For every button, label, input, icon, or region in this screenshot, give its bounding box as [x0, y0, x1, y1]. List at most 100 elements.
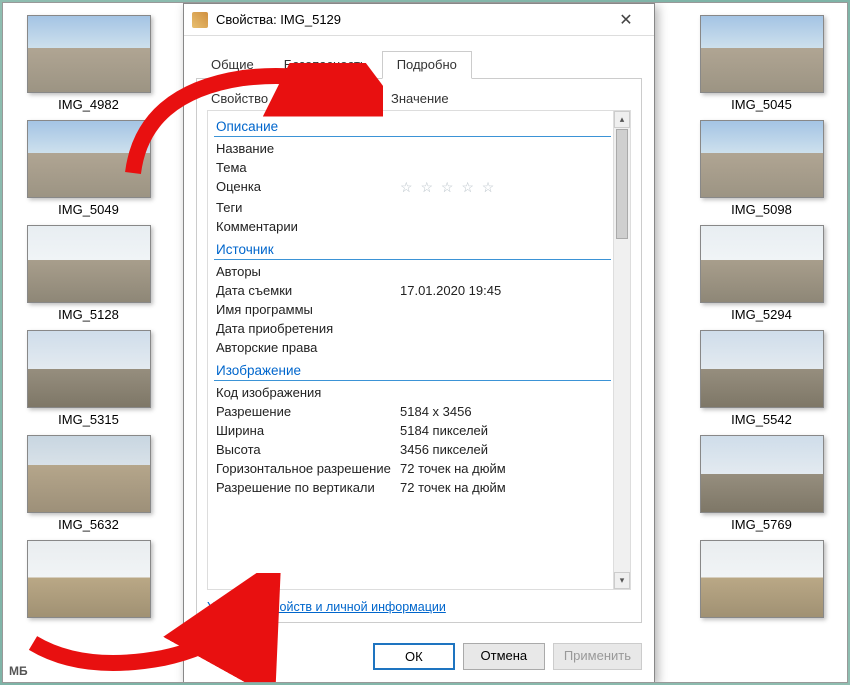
thumbnail[interactable]: IMG_5049 [21, 120, 156, 217]
thumbnails-left-column: IMG_4982 IMG_5049 IMG_5128 IMG_5315 IMG_… [21, 15, 156, 630]
scroll-up-button[interactable]: ▴ [614, 111, 630, 128]
thumbnail-image [700, 540, 824, 618]
property-name: Тема [216, 160, 400, 175]
thumbnail-image [27, 540, 151, 618]
property-row[interactable]: Авторы [214, 262, 613, 281]
thumbnail[interactable]: IMG_5045 [694, 15, 829, 112]
property-value [400, 385, 611, 400]
property-name: Разрешение по вертикали [216, 480, 400, 495]
property-row[interactable]: Разрешение5184 x 3456 [214, 402, 613, 421]
property-name: Высота [216, 442, 400, 457]
properties-dialog: Свойства: IMG_5129 ✕ ОбщиеБезопасностьПо… [183, 3, 655, 683]
scroll-thumb[interactable] [616, 129, 628, 239]
column-header-value: Значение [391, 91, 449, 106]
thumbnail[interactable] [21, 540, 156, 622]
property-value: 3456 пикселей [400, 442, 611, 457]
thumbnail-image [27, 120, 151, 198]
properties-panel: Свойство Значение Описание Название Тема Оц… [196, 79, 642, 623]
thumbnail-label: IMG_5315 [58, 412, 119, 427]
property-row[interactable]: Высота3456 пикселей [214, 440, 613, 459]
close-icon[interactable]: ✕ [606, 10, 646, 30]
section-header: Изображение [214, 359, 611, 381]
thumbnail[interactable]: IMG_5128 [21, 225, 156, 322]
thumbnail-label: IMG_5128 [58, 307, 119, 322]
property-row[interactable]: Имя программы [214, 300, 613, 319]
property-name: Авторские права [216, 340, 400, 355]
scrollbar[interactable]: ▴ ▾ [613, 111, 630, 589]
property-name: Дата съемки [216, 283, 400, 298]
thumbnail[interactable]: IMG_5315 [21, 330, 156, 427]
thumbnail[interactable]: IMG_5769 [694, 435, 829, 532]
property-name: Авторы [216, 264, 400, 279]
remove-properties-link[interactable]: Удаление свойств и личной информации [207, 600, 631, 614]
property-name: Теги [216, 200, 400, 215]
thumbnail-label: IMG_5542 [731, 412, 792, 427]
property-row[interactable]: Дата съемки17.01.2020 19:45 [214, 281, 613, 300]
property-row[interactable]: Тема [214, 158, 613, 177]
thumbnail-image [700, 330, 824, 408]
thumbnail-label: IMG_5098 [731, 202, 792, 217]
thumbnail[interactable]: IMG_5542 [694, 330, 829, 427]
property-row[interactable]: Оценка☆ ☆ ☆ ☆ ☆ [214, 177, 613, 198]
property-row[interactable]: Горизонтальное разрешение72 точек на дюй… [214, 459, 613, 478]
property-value [400, 302, 611, 317]
property-row[interactable]: Авторские права [214, 338, 613, 357]
thumbnail-image [700, 120, 824, 198]
property-value: 5184 x 3456 [400, 404, 611, 419]
thumbnail-image [27, 15, 151, 93]
property-row[interactable]: Код изображения [214, 383, 613, 402]
thumbnail[interactable]: IMG_4982 [21, 15, 156, 112]
property-name: Ширина [216, 423, 400, 438]
tab-подробно[interactable]: Подробно [382, 51, 472, 79]
dialog-titlebar[interactable]: Свойства: IMG_5129 ✕ [184, 4, 654, 36]
tab-общие[interactable]: Общие [196, 51, 269, 79]
property-value: 17.01.2020 19:45 [400, 283, 611, 298]
tabs: ОбщиеБезопасностьПодробно [196, 50, 642, 79]
property-value: ☆ ☆ ☆ ☆ ☆ [400, 179, 611, 196]
properties-column-header: Свойство Значение [207, 89, 631, 110]
thumbnail-image [27, 225, 151, 303]
property-row[interactable]: Ширина5184 пикселей [214, 421, 613, 440]
thumbnail[interactable]: IMG_5098 [694, 120, 829, 217]
property-value [400, 200, 611, 215]
thumbnail[interactable]: IMG_5632 [21, 435, 156, 532]
property-name: Код изображения [216, 385, 400, 400]
ok-button[interactable]: ОК [373, 643, 455, 670]
property-name: Название [216, 141, 400, 156]
property-name: Дата приобретения [216, 321, 400, 336]
scroll-down-button[interactable]: ▾ [614, 572, 630, 589]
thumbnail-label: IMG_5045 [731, 97, 792, 112]
properties-rows: Описание Название Тема Оценка☆ ☆ ☆ ☆ ☆ Теги К… [208, 111, 613, 589]
column-header-property: Свойство [211, 91, 391, 106]
property-value [400, 321, 611, 336]
property-value [400, 219, 611, 234]
rating-stars[interactable]: ☆ ☆ ☆ ☆ ☆ [400, 179, 496, 195]
property-name: Комментарии [216, 219, 400, 234]
property-row[interactable]: Комментарии [214, 217, 613, 236]
explorer-window: IMG_4982 IMG_5049 IMG_5128 IMG_5315 IMG_… [2, 2, 848, 683]
section-header: Описание [214, 115, 611, 137]
thumbnail-image [700, 435, 824, 513]
apply-button[interactable]: Применить [553, 643, 642, 670]
property-value [400, 141, 611, 156]
property-row[interactable]: Разрешение по вертикали72 точек на дюйм [214, 478, 613, 497]
thumbnail[interactable] [694, 540, 829, 622]
thumbnails-right-column: IMG_5045 IMG_5098 IMG_5294 IMG_5542 IMG_… [694, 15, 829, 630]
status-text: МБ [9, 664, 28, 678]
property-value [400, 160, 611, 175]
property-name: Имя программы [216, 302, 400, 317]
thumbnail-label: IMG_4982 [58, 97, 119, 112]
cancel-button[interactable]: Отмена [463, 643, 545, 670]
property-row[interactable]: Название [214, 139, 613, 158]
properties-scroll-area: Описание Название Тема Оценка☆ ☆ ☆ ☆ ☆ Теги К… [207, 110, 631, 590]
thumbnail-image [700, 225, 824, 303]
thumbnail-image [27, 435, 151, 513]
tab-безопасность[interactable]: Безопасность [269, 51, 382, 79]
thumbnail-label: IMG_5294 [731, 307, 792, 322]
thumbnail[interactable]: IMG_5294 [694, 225, 829, 322]
property-row[interactable]: Дата приобретения [214, 319, 613, 338]
section-header: Источник [214, 238, 611, 260]
property-row[interactable]: Теги [214, 198, 613, 217]
thumbnail-image [27, 330, 151, 408]
property-value: 72 точек на дюйм [400, 461, 611, 476]
